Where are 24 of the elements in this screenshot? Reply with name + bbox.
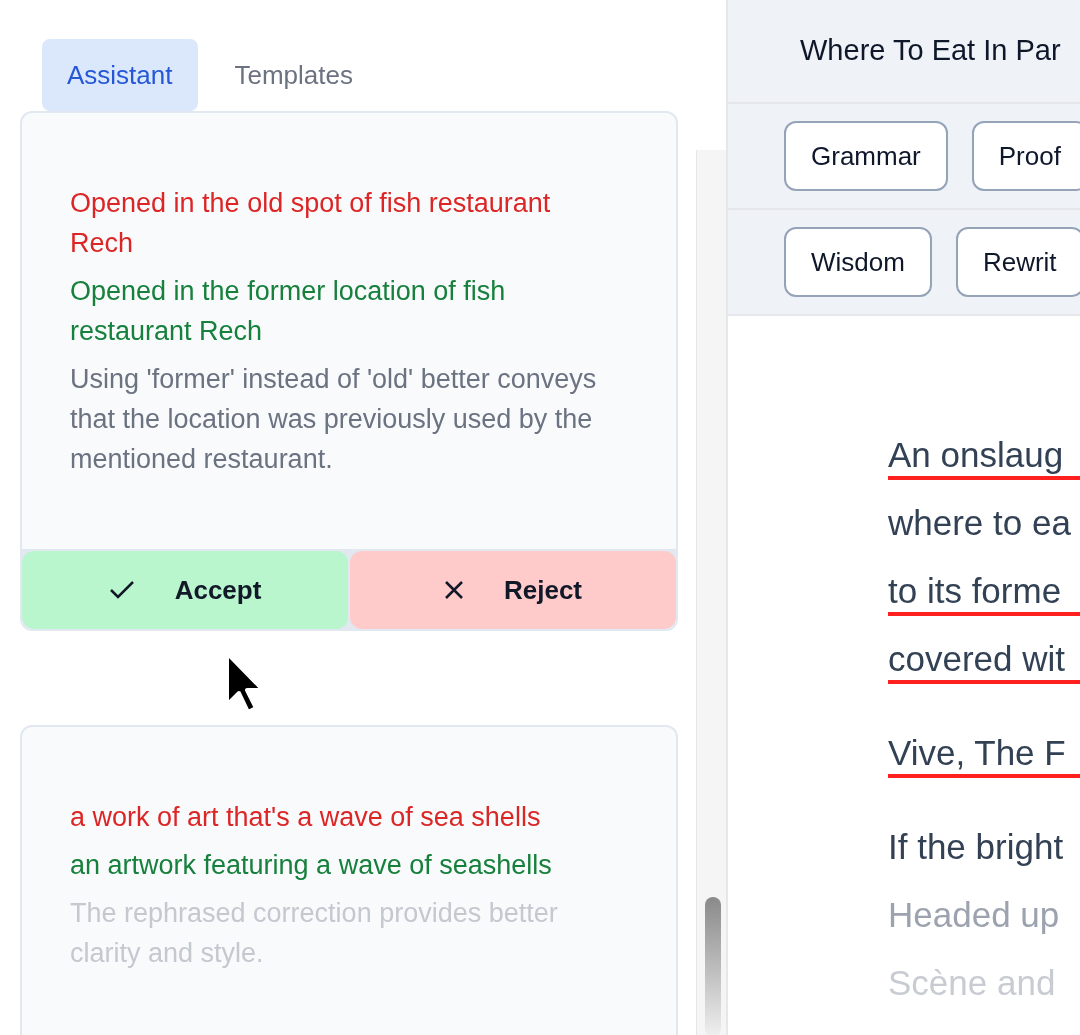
paragraph-line: If the bright [888, 826, 1065, 868]
sidebar-tab[interactable]: Templates [209, 39, 378, 111]
toolbar-button[interactable]: Grammar [784, 121, 948, 191]
close-icon [443, 580, 464, 600]
sidebar-tab[interactable]: Assistant [42, 39, 198, 111]
suggested-text: Opened in the former location of fish restaurant Rech [70, 275, 507, 348]
paragraph-line: An onslaug [888, 434, 1080, 480]
reject-button[interactable]: Reject [350, 551, 676, 629]
document-title: Where To Eat In Par [800, 33, 1061, 69]
toolbar-button[interactable]: Wisdom [784, 227, 932, 297]
accept-button[interactable]: Accept [22, 551, 348, 629]
original-text: Opened in the old spot of fish restaurant Rech [70, 187, 552, 260]
paragraph-line: Headed up [888, 894, 1061, 936]
explanation-text: Using 'former' instead of 'old' better conveys that the location was previously used by the mentioned restaurant. [70, 363, 598, 476]
paragraph-line: to its forme [888, 570, 1080, 616]
paragraph-line: covered wit [888, 638, 1080, 684]
checkmark-icon [108, 580, 135, 600]
original-text: a work of art that's a wave of sea shells [70, 801, 542, 834]
paragraph-line: Vive, The F [888, 732, 1080, 778]
paragraph-line: where to ea [888, 502, 1072, 544]
toolbar-button[interactable]: Rewrit [955, 227, 1080, 297]
toolbar-button[interactable]: Proof [971, 121, 1080, 191]
suggested-text: an artwork featuring a wave of seashells [70, 849, 553, 882]
scrollbar-thumb[interactable] [705, 897, 721, 1035]
